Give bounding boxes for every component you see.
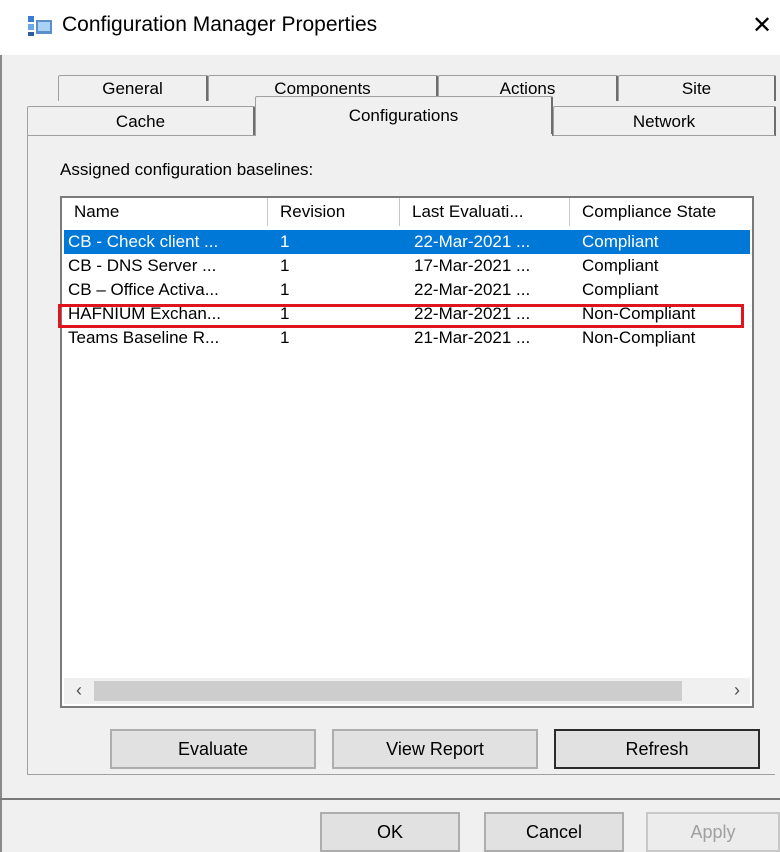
cell-revision: 1	[280, 232, 290, 251]
column-header-label: Last Evaluati...	[412, 202, 524, 221]
column-header-revision[interactable]: Revision	[268, 198, 400, 226]
tab-site[interactable]: Site	[618, 75, 776, 101]
tab-network[interactable]: Network	[553, 106, 776, 136]
cell-name: CB - Check client ...	[68, 232, 219, 251]
column-header-label: Name	[74, 202, 120, 221]
table-row[interactable]: CB – Office Activa... 1 22-Mar-2021 ... …	[64, 278, 750, 302]
cell-last-evaluation: 22-Mar-2021 ...	[414, 304, 531, 323]
cell-revision: 1	[280, 256, 290, 275]
tab-label: Site	[681, 79, 712, 98]
baselines-list[interactable]: Name Revision Last Evaluati... Complianc…	[60, 196, 754, 708]
refresh-button[interactable]: Refresh	[554, 729, 760, 769]
scrollbar-thumb[interactable]	[94, 681, 682, 701]
column-header-label: Compliance State	[582, 202, 717, 221]
tab-label: Network	[632, 112, 696, 131]
cell-name: HAFNIUM Exchan...	[68, 304, 222, 323]
cell-last-evaluation: 21-Mar-2021 ...	[414, 328, 531, 347]
cell-compliance-state: Non-Compliant	[582, 304, 696, 323]
tab-label: General	[102, 79, 163, 98]
close-icon[interactable]: ✕	[752, 11, 772, 40]
table-row[interactable]: CB - DNS Server ... 1 17-Mar-2021 ... Co…	[64, 254, 750, 278]
config-manager-icon	[28, 16, 52, 36]
window-title: Configuration Manager Properties	[62, 13, 378, 36]
table-row[interactable]: CB - Check client ... 1 22-Mar-2021 ... …	[64, 230, 750, 254]
tab-cache[interactable]: Cache	[27, 106, 255, 136]
cell-revision: 1	[280, 328, 290, 347]
scroll-left-icon[interactable]: ‹	[68, 679, 90, 701]
cell-name: CB – Office Activa...	[68, 280, 219, 299]
scroll-right-icon[interactable]: ›	[726, 679, 748, 701]
ok-button[interactable]: OK	[320, 812, 460, 852]
column-header-last-evaluation[interactable]: Last Evaluati...	[400, 198, 570, 226]
horizontal-scrollbar[interactable]: ‹ ›	[64, 678, 750, 704]
tab-configurations[interactable]: Configurations	[255, 96, 553, 136]
cell-name: CB - DNS Server ...	[68, 256, 217, 275]
column-header-label: Revision	[280, 202, 346, 221]
cell-compliance-state: Compliant	[582, 280, 659, 299]
column-header-name[interactable]: Name	[62, 198, 268, 226]
table-row[interactable]: Teams Baseline R... 1 21-Mar-2021 ... No…	[64, 326, 750, 350]
apply-button[interactable]: Apply	[646, 812, 780, 852]
cancel-button[interactable]: Cancel	[484, 812, 624, 852]
tab-label: Configurations	[348, 106, 459, 125]
title-bar: Configuration Manager Properties ✕	[0, 0, 780, 55]
cell-compliance-state: Compliant	[582, 256, 659, 275]
column-header-compliance-state[interactable]: Compliance State	[570, 198, 752, 226]
tab-general[interactable]: General	[58, 75, 208, 101]
cell-last-evaluation: 22-Mar-2021 ...	[414, 232, 531, 251]
cell-compliance-state: Compliant	[582, 232, 659, 251]
tab-label: Cache	[115, 112, 166, 131]
cell-revision: 1	[280, 280, 290, 299]
cell-name: Teams Baseline R...	[68, 328, 220, 347]
divider	[0, 798, 780, 800]
cell-last-evaluation: 22-Mar-2021 ...	[414, 280, 531, 299]
section-label: Assigned configuration baselines:	[60, 160, 314, 179]
view-report-button[interactable]: View Report	[332, 729, 538, 769]
cell-last-evaluation: 17-Mar-2021 ...	[414, 256, 531, 275]
active-tab-joint	[256, 134, 552, 137]
cell-revision: 1	[280, 304, 290, 323]
evaluate-button[interactable]: Evaluate	[110, 729, 316, 769]
cell-compliance-state: Non-Compliant	[582, 328, 696, 347]
table-row[interactable]: HAFNIUM Exchan... 1 22-Mar-2021 ... Non-…	[64, 302, 750, 326]
